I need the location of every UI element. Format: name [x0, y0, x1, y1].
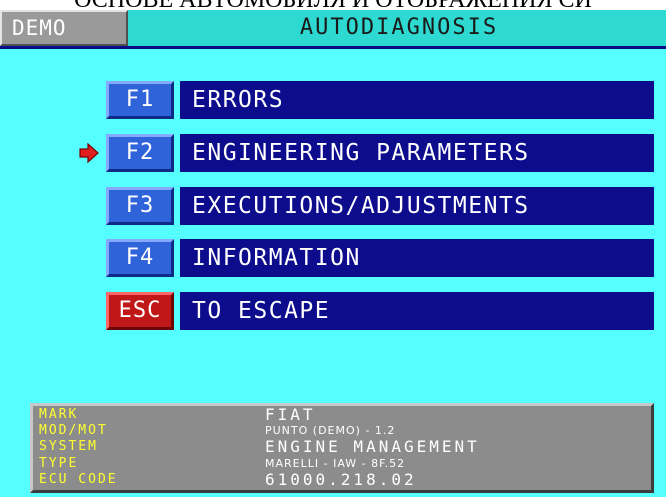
f1-key-button[interactable]: F1	[106, 81, 174, 119]
menu-item-information[interactable]: F4 INFORMATION	[0, 239, 666, 277]
menu-item-label[interactable]: ENGINEERING PARAMETERS	[180, 134, 654, 172]
info-label: SYSTEM	[39, 439, 98, 454]
menu-item-engineering-parameters[interactable]: F2 ENGINEERING PARAMETERS	[0, 134, 666, 172]
arrow-right-icon	[79, 142, 99, 164]
menu-item-errors[interactable]: F1 ERRORS	[0, 81, 666, 119]
f2-key-button[interactable]: F2	[106, 134, 174, 172]
info-row-mark: MARK FIAT	[33, 406, 651, 423]
info-label: MARK	[39, 407, 79, 422]
f3-key-button[interactable]: F3	[106, 187, 174, 225]
main-menu: F1 ERRORS F2 ENGINEERING PARAMETERS F3 E…	[0, 10, 666, 410]
menu-item-label[interactable]: INFORMATION	[180, 239, 654, 277]
menu-item-escape[interactable]: ESC TO ESCAPE	[0, 292, 666, 330]
info-label: ECU CODE	[39, 472, 118, 487]
info-label: TYPE	[39, 456, 79, 471]
diagnostic-screen: DEMO AUTODIAGNOSIS F1 ERRORS F2 ENGINEER…	[0, 10, 666, 497]
f4-key-button[interactable]: F4	[106, 239, 174, 277]
info-value: ENGINE MANAGEMENT	[265, 437, 480, 456]
info-value: 61000.218.02	[265, 470, 417, 489]
menu-item-label[interactable]: TO ESCAPE	[180, 292, 654, 330]
esc-key-button[interactable]: ESC	[106, 292, 174, 330]
menu-item-label[interactable]: EXECUTIONS/ADJUSTMENTS	[180, 187, 654, 225]
info-row-system: SYSTEM ENGINE MANAGEMENT	[33, 438, 651, 455]
menu-item-executions-adjustments[interactable]: F3 EXECUTIONS/ADJUSTMENTS	[0, 187, 666, 225]
info-value: FIAT	[265, 405, 316, 424]
vehicle-info-panel: MARK FIAT MOD/MOT PUNTO (DEMO) - 1.2 SYS…	[30, 403, 654, 493]
info-label: MOD/MOT	[39, 423, 108, 438]
info-row-ecu-code: ECU CODE 61000.218.02	[33, 471, 651, 488]
menu-item-label[interactable]: ERRORS	[180, 81, 654, 119]
